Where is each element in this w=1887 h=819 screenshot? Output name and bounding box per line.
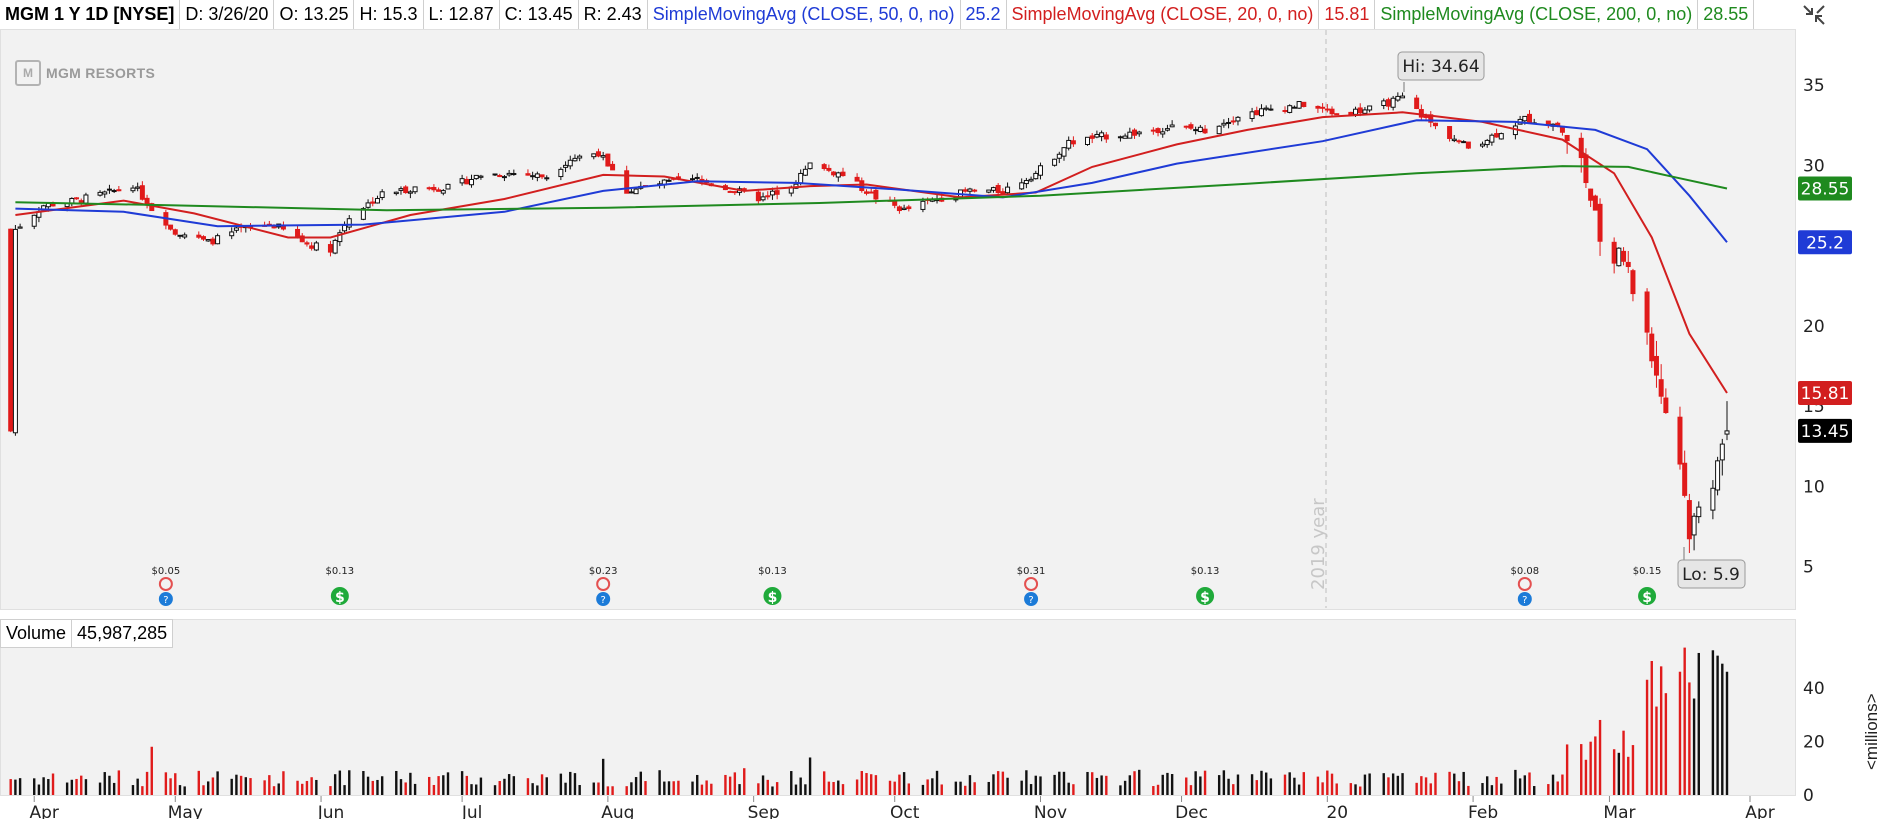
volume-tick-label: 20	[1803, 732, 1825, 752]
last-price-badge: 13.45	[1798, 418, 1852, 443]
volume-pane[interactable]	[0, 619, 1796, 796]
sma200-value: 28.55	[1698, 0, 1755, 29]
price-y-axis: 5 10 15 20 30 35	[1803, 76, 1825, 578]
price-pane[interactable]	[0, 29, 1796, 610]
price-tick-label: 10	[1803, 477, 1825, 497]
last-price-badge-box	[1798, 418, 1852, 443]
sma200-badge-box	[1798, 176, 1852, 201]
high-value: H: 15.3	[354, 0, 424, 29]
volume-value: 45,987,285	[71, 620, 172, 647]
sma200-label[interactable]: SimpleMovingAvg (CLOSE, 200, 0, no)	[1375, 0, 1699, 29]
chart-header: MGM 1 Y 1D [NYSE] D: 3/26/20 O: 13.25 H:…	[0, 0, 1755, 29]
logo-text: MGM RESORTS	[46, 65, 156, 81]
sma20-badge: 15.81	[1798, 380, 1852, 405]
company-logo: M MGM RESORTS	[15, 60, 155, 86]
sma200-badge-text: 28.55	[1801, 180, 1850, 200]
sma50-value: 25.2	[961, 0, 1007, 29]
volume-title: Volume	[6, 623, 67, 643]
low-value: L: 12.87	[424, 0, 500, 29]
x-tick-label: Aug	[601, 803, 634, 819]
volume-y-axis: 0 20 40	[1803, 679, 1825, 806]
last-price-badge-text: 13.45	[1801, 422, 1850, 442]
x-tick-label: 20	[1326, 803, 1348, 819]
close-value: C: 13.45	[500, 0, 579, 29]
collapse-icon[interactable]	[1797, 0, 1831, 29]
x-tick-label: May	[168, 803, 203, 819]
x-tick-label: Oct	[890, 803, 920, 819]
symbol-title[interactable]: MGM 1 Y 1D [NYSE]	[0, 0, 181, 29]
x-tick-label: Apr	[30, 803, 59, 819]
sma50-badge-text: 25.2	[1806, 233, 1844, 253]
sma200-badge: 28.55	[1798, 176, 1852, 201]
value-badges-layer: 28.55 25.2 15.81 13.45	[1798, 176, 1852, 443]
x-tick-label: Jul	[461, 803, 483, 819]
x-tick-label: Mar	[1603, 803, 1635, 819]
sma50-label[interactable]: SimpleMovingAvg (CLOSE, 50, 0, no)	[648, 0, 961, 29]
sma20-value: 15.81	[1319, 0, 1376, 29]
sma20-badge-box	[1798, 380, 1852, 405]
sma20-badge-text: 15.81	[1801, 384, 1850, 404]
sma50-badge: 25.2	[1798, 230, 1852, 255]
x-tick-label: Sep	[748, 803, 780, 819]
price-tick-label: 15	[1803, 397, 1825, 417]
sma20-label[interactable]: SimpleMovingAvg (CLOSE, 20, 0, no)	[1007, 0, 1320, 29]
x-tick-label: Jun	[317, 803, 345, 819]
volume-header: Volume 45,987,285	[0, 619, 174, 648]
price-tick-label: 30	[1803, 156, 1825, 176]
x-tick-label: Dec	[1175, 803, 1208, 819]
volume-tick-label: 0	[1803, 786, 1814, 806]
x-tick-label: Nov	[1034, 803, 1067, 819]
bar-date: D: 3/26/20	[180, 0, 275, 29]
price-tick-label: 5	[1803, 558, 1814, 578]
x-tick-label: Feb	[1468, 803, 1498, 819]
x-tick-label: Apr	[1745, 803, 1774, 819]
date-x-axis: Apr May Jun Jul Aug Sep Oct Nov Dec 20 Feb Mar Apr	[30, 796, 1775, 819]
volume-tick-label: 40	[1803, 679, 1825, 699]
price-tick-label: 20	[1803, 317, 1825, 337]
sma50-badge-box	[1798, 230, 1852, 255]
volume-units-label: <millions>	[1862, 693, 1881, 770]
logo-mark: M	[15, 60, 41, 86]
range-value: R: 2.43	[579, 0, 648, 29]
price-tick-label: 35	[1803, 76, 1825, 96]
open-value: O: 13.25	[274, 0, 355, 29]
